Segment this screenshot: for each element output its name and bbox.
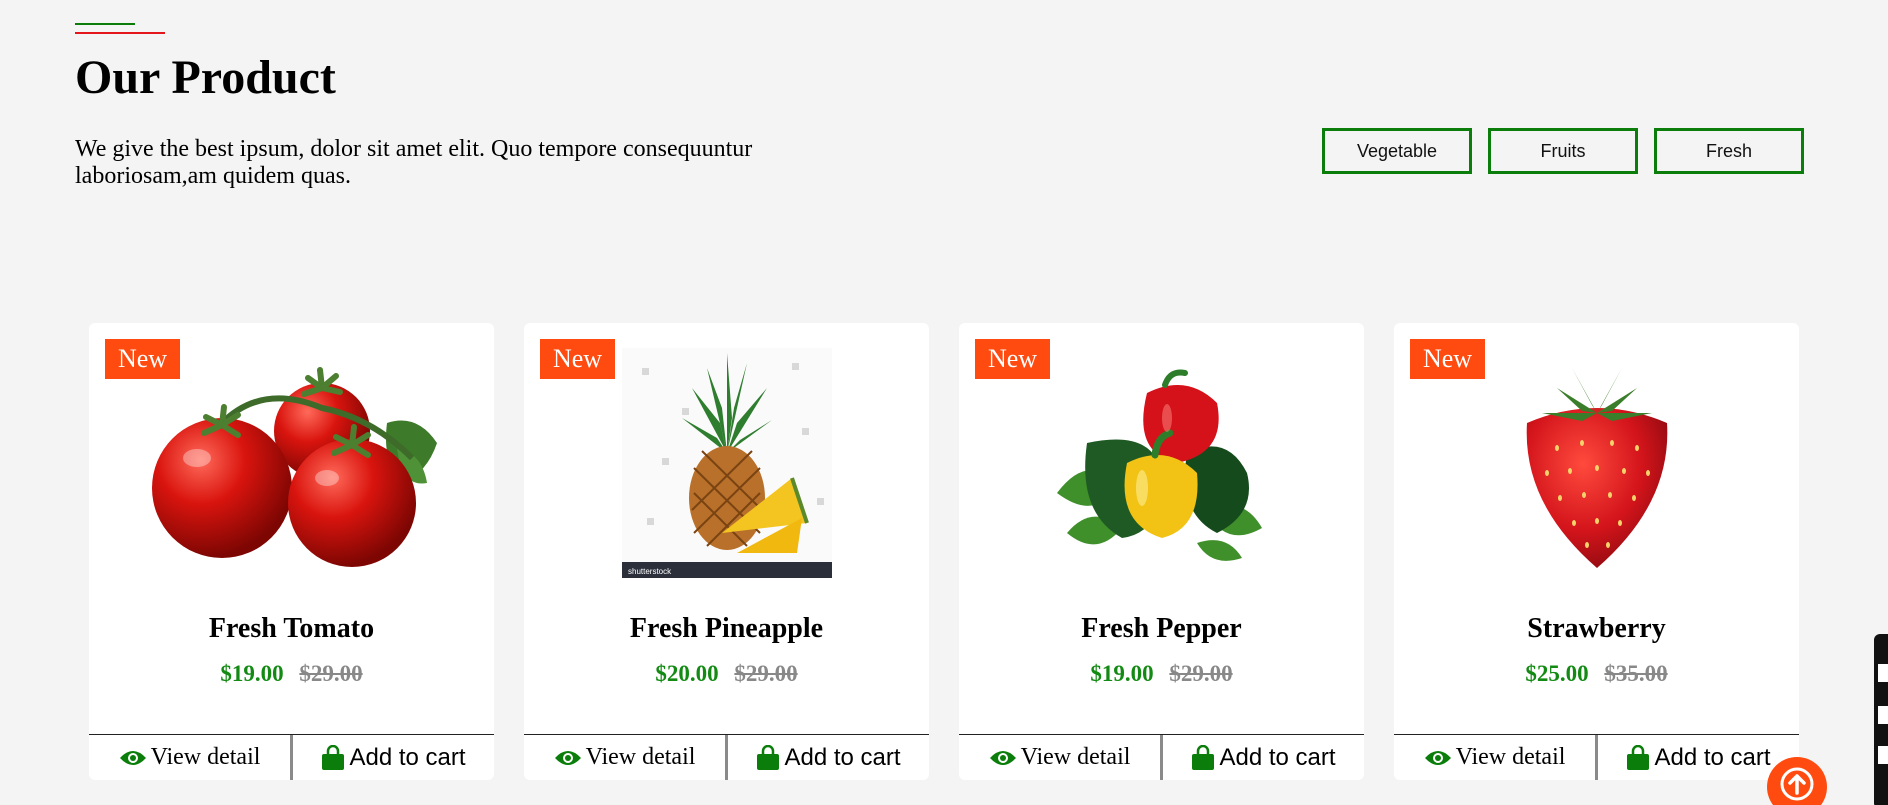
product-name: Fresh Pineapple: [629, 613, 824, 644]
accent-line-red: [75, 32, 165, 34]
product-old-price: $29.00: [734, 661, 798, 686]
product-card: New: [1394, 323, 1799, 780]
product-prices: $25.00 $35.00: [1394, 661, 1799, 687]
card-actions: View detail Add to cart: [524, 734, 929, 780]
product-prices: $19.00 $29.00: [89, 661, 494, 687]
new-badge: New: [105, 339, 180, 379]
product-old-price: $29.00: [299, 661, 363, 686]
product-card: New: [524, 323, 929, 780]
shopping-bag-icon: [1191, 744, 1215, 771]
side-toolbar[interactable]: [1874, 634, 1888, 805]
product-image: [1394, 343, 1799, 583]
strawberry-image: [1526, 368, 1667, 568]
eye-icon: [1424, 748, 1452, 768]
add-to-cart-label: Add to cart: [1654, 743, 1771, 771]
product-name: Fresh Pepper: [1081, 613, 1242, 644]
pineapple-image: shutterstock: [621, 348, 832, 578]
watermark-text: shutterstock: [628, 567, 672, 576]
product-price: $20.00: [655, 661, 719, 686]
view-detail-label: View detail: [150, 744, 261, 770]
view-detail-label: View detail: [1455, 744, 1566, 770]
arrow-up-icon: [1780, 767, 1814, 801]
product-old-price: $35.00: [1604, 661, 1668, 686]
add-to-cart-button[interactable]: Add to cart: [725, 735, 929, 780]
product-price: $19.00: [220, 661, 284, 686]
shopping-bag-icon: [1626, 744, 1650, 771]
product-name: Strawberry: [1527, 613, 1666, 644]
eye-icon: [554, 748, 582, 768]
add-to-cart-button[interactable]: Add to cart: [290, 735, 494, 780]
add-to-cart-label: Add to cart: [1219, 743, 1336, 771]
product-name: Fresh Tomato: [208, 613, 375, 644]
card-actions: View detail Add to cart: [89, 734, 494, 780]
add-to-cart-button[interactable]: Add to cart: [1595, 735, 1799, 780]
new-badge: New: [1410, 339, 1485, 379]
add-to-cart-button[interactable]: Add to cart: [1160, 735, 1364, 780]
eye-icon: [119, 748, 147, 768]
view-detail-button[interactable]: View detail: [959, 735, 1160, 780]
product-image: [959, 343, 1364, 583]
view-detail-label: View detail: [1020, 744, 1131, 770]
filter-fresh-button[interactable]: Fresh: [1654, 128, 1804, 174]
add-to-cart-label: Add to cart: [349, 743, 466, 771]
filter-fruits-button[interactable]: Fruits: [1488, 128, 1638, 174]
section-description: We give the best ipsum, dolor sit amet e…: [75, 136, 753, 189]
product-prices: $20.00 $29.00: [524, 661, 929, 687]
new-badge: New: [540, 339, 615, 379]
product-card: New: [89, 323, 494, 780]
view-detail-label: View detail: [585, 744, 696, 770]
filter-group: Vegetable Fruits Fresh: [1322, 128, 1804, 174]
view-detail-button[interactable]: View detail: [1394, 735, 1595, 780]
shopping-bag-icon: [756, 744, 780, 771]
view-detail-button[interactable]: View detail: [524, 735, 725, 780]
eye-icon: [989, 748, 1017, 768]
side-toolbar-item[interactable]: [1878, 664, 1888, 682]
product-image: [89, 343, 494, 583]
pepper-image: [1056, 369, 1262, 561]
product-grid: New Fresh Tomato $19.00 $29.00 View deta…: [89, 323, 1799, 780]
title-accent-lines: [75, 23, 165, 35]
tomato-image: [151, 367, 437, 567]
product-price: $19.00: [1090, 661, 1154, 686]
view-detail-button[interactable]: View detail: [89, 735, 290, 780]
scroll-to-top-button[interactable]: [1767, 757, 1827, 805]
product-old-price: $29.00: [1169, 661, 1233, 686]
product-card: New Fresh Pepper $19.00 $29.00 View deta…: [959, 323, 1364, 780]
side-toolbar-item[interactable]: [1878, 706, 1888, 724]
new-badge: New: [975, 339, 1050, 379]
product-prices: $19.00 $29.00: [959, 661, 1364, 687]
filter-vegetable-button[interactable]: Vegetable: [1322, 128, 1472, 174]
card-actions: View detail Add to cart: [1394, 734, 1799, 780]
product-price: $25.00: [1525, 661, 1589, 686]
shopping-bag-icon: [321, 744, 345, 771]
card-actions: View detail Add to cart: [959, 734, 1364, 780]
add-to-cart-label: Add to cart: [784, 743, 901, 771]
product-image: shutterstock: [524, 343, 929, 583]
page-title: Our Product: [75, 51, 336, 104]
side-toolbar-item[interactable]: [1878, 746, 1888, 764]
accent-line-green: [75, 23, 135, 25]
